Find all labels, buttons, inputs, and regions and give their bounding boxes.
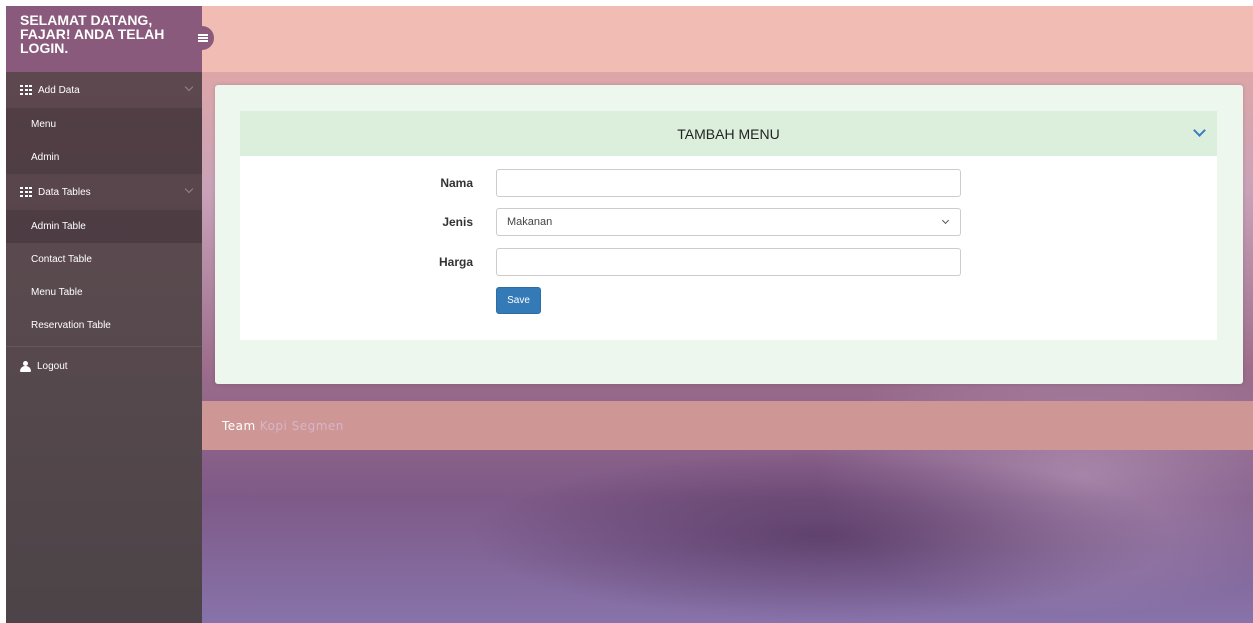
harga-input[interactable] — [496, 248, 961, 276]
footer-team-text: Team — [222, 418, 256, 433]
panel-header[interactable]: TAMBAH MENU — [240, 111, 1217, 156]
menu-icon — [198, 34, 208, 42]
panel-title: TAMBAH MENU — [677, 125, 780, 142]
nav-group-add-data[interactable]: Add Data — [6, 72, 202, 108]
form-row-nama: Nama — [240, 169, 1217, 197]
app-frame: SELAMAT DATANG, FAJAR! ANDA TELAH LOGIN.… — [6, 6, 1253, 623]
sidebar-item-menu-table[interactable]: Menu Table — [6, 276, 202, 309]
chevron-down-icon — [184, 184, 194, 194]
nama-label: Nama — [440, 176, 473, 190]
nav-group-label: Data Tables — [38, 186, 91, 198]
main-area: TAMBAH MENU Nama Jenis Makanan Harga Sav… — [202, 6, 1253, 623]
footer-brand-text: Kopi Segmen — [259, 418, 344, 433]
sidebar-item-menu[interactable]: Menu — [6, 108, 202, 141]
chevron-down-icon[interactable] — [1193, 124, 1206, 137]
harga-label: Harga — [438, 255, 473, 269]
nama-input[interactable] — [496, 169, 961, 197]
sidebar-header: SELAMAT DATANG, FAJAR! ANDA TELAH LOGIN. — [6, 6, 214, 72]
welcome-message: SELAMAT DATANG, FAJAR! ANDA TELAH LOGIN. — [20, 12, 165, 56]
sidebar-item-label: Menu Table — [31, 287, 83, 298]
top-bar — [202, 6, 1253, 72]
jenis-select[interactable]: Makanan — [496, 208, 961, 236]
sidebar-item-label: Reservation Table — [31, 320, 111, 331]
tambah-menu-panel: TAMBAH MENU Nama Jenis Makanan Harga Sav… — [240, 111, 1217, 340]
grid-icon — [20, 187, 32, 197]
jenis-selected-value: Makanan — [507, 216, 553, 228]
user-icon — [20, 361, 31, 372]
sidebar-item-label: Admin Table — [31, 221, 86, 232]
sidebar-item-admin-table[interactable]: Admin Table — [6, 210, 202, 243]
chevron-down-icon — [941, 216, 950, 225]
form-row-harga: Harga — [240, 248, 1217, 276]
content-card: TAMBAH MENU Nama Jenis Makanan Harga Sav… — [215, 85, 1243, 384]
chevron-down-icon — [184, 82, 194, 92]
sidebar-item-label: Admin — [31, 152, 60, 163]
logout-label: Logout — [37, 361, 68, 372]
sidebar: SELAMAT DATANG, FAJAR! ANDA TELAH LOGIN.… — [6, 6, 214, 623]
sidebar-item-reservation-table[interactable]: Reservation Table — [6, 309, 202, 342]
sidebar-item-label: Menu — [31, 119, 57, 130]
logout-link[interactable]: Logout — [6, 346, 202, 386]
nav-group-data-tables[interactable]: Data Tables — [6, 174, 202, 210]
footer: Team Kopi Segmen — [202, 401, 1253, 450]
sidebar-item-contact-table[interactable]: Contact Table — [6, 243, 202, 276]
form-row-jenis: Jenis Makanan — [240, 208, 1217, 236]
save-button[interactable]: Save — [496, 287, 541, 314]
jenis-label: Jenis — [442, 215, 473, 229]
sidebar-item-admin[interactable]: Admin — [6, 141, 202, 174]
nav-group-label: Add Data — [38, 84, 80, 96]
sidebar-item-label: Contact Table — [31, 254, 92, 265]
grid-icon — [20, 85, 32, 95]
